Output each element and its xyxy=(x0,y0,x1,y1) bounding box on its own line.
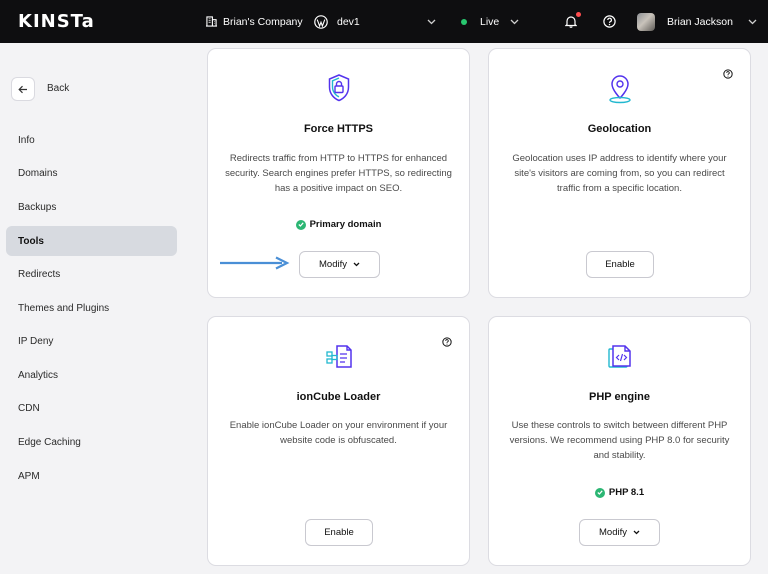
help-icon[interactable] xyxy=(723,69,733,79)
sidebar-item-tools[interactable]: Tools xyxy=(6,226,177,256)
php-version-status: PHP 8.1 xyxy=(489,487,750,498)
force-https-title: Force HTTPS xyxy=(303,123,374,135)
sidebar-item-redirects[interactable]: Redirects xyxy=(6,259,177,289)
force-https-status-label: Primary domain xyxy=(309,219,382,230)
php-engine-description: Use these controls to switch between dif… xyxy=(509,420,730,461)
php-engine-title: PHP engine xyxy=(589,391,650,403)
sidebar-item-analytics[interactable]: Analytics xyxy=(6,360,177,390)
map-pin-icon xyxy=(608,75,631,104)
back-button[interactable] xyxy=(11,77,35,101)
ioncube-enable-button[interactable]: Enable xyxy=(305,519,373,546)
geolocation-enable-button[interactable]: Enable xyxy=(586,251,654,278)
chevron-down-icon xyxy=(427,19,436,24)
check-circle-icon xyxy=(295,219,306,230)
ioncube-card: ionCube Loader Enable ionCube Loader on … xyxy=(207,316,470,566)
help-icon[interactable] xyxy=(442,337,452,347)
live-status-dot xyxy=(461,18,467,25)
site-dropdown[interactable] xyxy=(427,0,436,43)
modify-label: Modify xyxy=(319,259,347,270)
sidebar-item-ip-deny[interactable]: IP Deny xyxy=(6,326,177,356)
geolocation-title: Geolocation xyxy=(587,123,652,135)
sidebar-item-info[interactable]: Info xyxy=(6,125,177,155)
environment-switcher[interactable]: Live xyxy=(461,0,519,43)
code-file-icon xyxy=(607,345,631,368)
sidebar: Back Info Domains Backups Tools Redirect… xyxy=(0,43,195,574)
company-switcher[interactable]: Brian's Company xyxy=(206,0,303,43)
chevron-down-icon xyxy=(633,530,640,535)
php-version-label: PHP 8.1 xyxy=(608,487,645,498)
sidebar-item-domains[interactable]: Domains xyxy=(6,158,177,188)
back-label[interactable]: Back xyxy=(47,83,69,94)
modify-label: Modify xyxy=(599,527,627,538)
user-menu[interactable]: Brian Jackson xyxy=(637,0,757,43)
sidebar-item-apm[interactable]: APM xyxy=(6,461,177,491)
force-https-status: Primary domain xyxy=(208,219,469,230)
arrow-pointer-icon xyxy=(220,256,290,270)
check-circle-icon xyxy=(594,487,605,498)
force-https-description: Redirects traffic from HTTP to HTTPS for… xyxy=(225,153,452,194)
sidebar-item-themes-plugins[interactable]: Themes and Plugins xyxy=(6,293,177,323)
notification-dot xyxy=(576,12,581,17)
ioncube-icon xyxy=(325,345,352,368)
sidebar-item-backups[interactable]: Backups xyxy=(6,192,177,222)
top-bar: KINSTa Brian's Company dev1 Live Brian J… xyxy=(0,0,768,43)
company-name: Brian's Company xyxy=(223,15,303,28)
chevron-down-icon xyxy=(510,19,519,24)
avatar xyxy=(637,12,655,31)
force-https-modify-button[interactable]: Modify xyxy=(299,251,380,278)
sidebar-item-cdn[interactable]: CDN xyxy=(6,393,177,423)
shield-lock-icon xyxy=(328,74,349,102)
wordpress-icon xyxy=(314,14,328,29)
ioncube-title: ionCube Loader xyxy=(296,391,381,403)
php-modify-button[interactable]: Modify xyxy=(579,519,660,546)
chevron-down-icon xyxy=(353,262,360,267)
bell-icon xyxy=(565,16,577,28)
building-icon xyxy=(206,16,217,27)
geolocation-description: Geolocation uses IP address to identify … xyxy=(512,153,727,194)
site-switcher[interactable]: dev1 xyxy=(314,0,360,43)
sidebar-item-edge-caching[interactable]: Edge Caching xyxy=(6,427,177,457)
geolocation-card: Geolocation Geolocation uses IP address … xyxy=(488,48,751,298)
help-button[interactable] xyxy=(603,0,616,43)
chevron-down-icon xyxy=(748,19,757,24)
environment-name: Live xyxy=(480,15,500,28)
kinsta-logo[interactable]: KINSTa xyxy=(18,11,95,32)
arrow-left-icon xyxy=(18,85,27,93)
ioncube-description: Enable ionCube Loader on your environmen… xyxy=(229,420,448,446)
site-name: dev1 xyxy=(337,15,360,28)
php-engine-card: PHP engine Use these controls to switch … xyxy=(488,316,751,566)
user-name: Brian Jackson xyxy=(667,15,733,28)
notifications-button[interactable] xyxy=(565,0,581,43)
help-icon xyxy=(603,15,616,28)
